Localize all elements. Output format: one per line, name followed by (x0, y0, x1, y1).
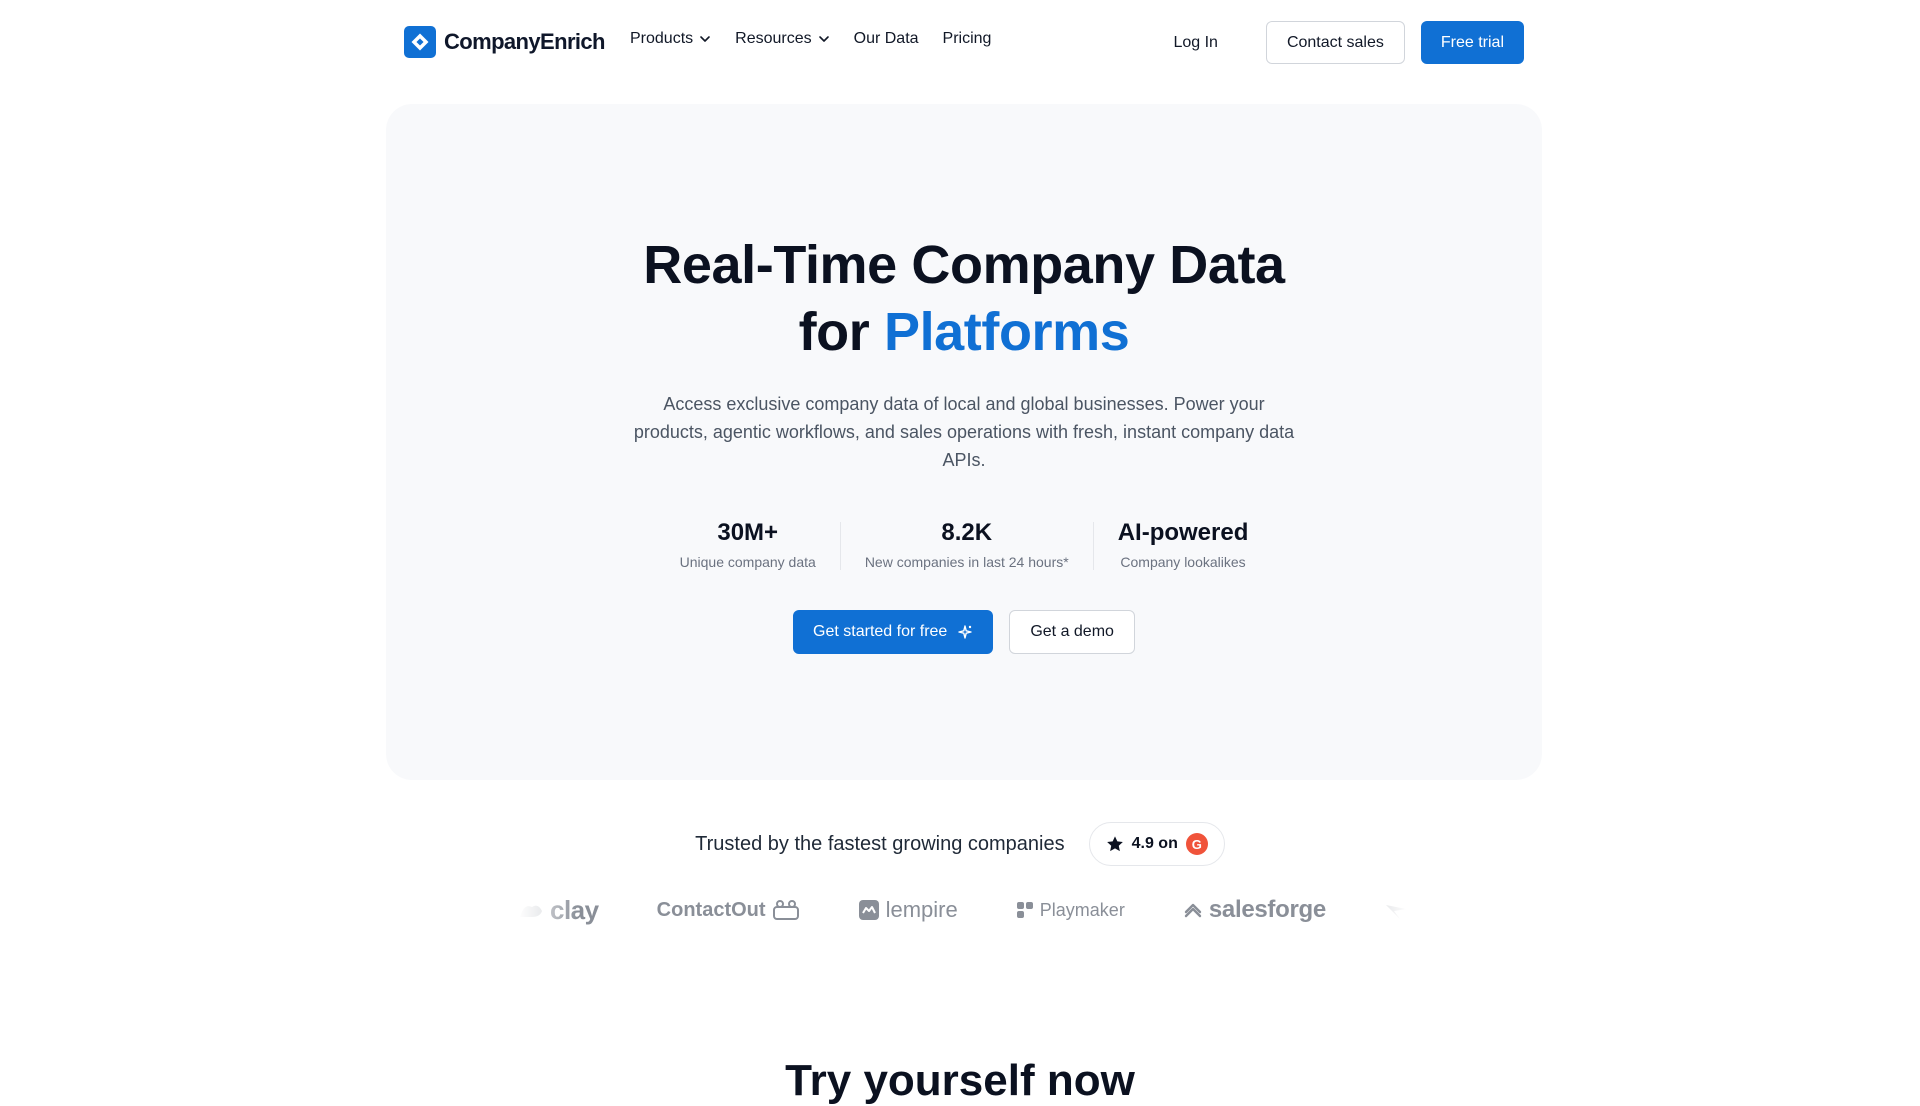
brand-logo[interactable]: CompanyEnrich (404, 26, 606, 58)
hero-subtitle: Access exclusive company data of local a… (633, 394, 1295, 470)
contactout-icon (772, 900, 799, 920)
hero-section: Real-Time Company Data for Platforms Acc… (386, 104, 1542, 780)
nav-our-data-label: Our Data (853, 30, 919, 47)
free-trial-button[interactable]: Free trial (1420, 21, 1524, 64)
g2-logo-icon: G (1185, 833, 1208, 855)
g2-rating-badge[interactable]: 4.9 on G (1088, 822, 1225, 866)
stat-label: Unique company data (679, 554, 816, 570)
chevron-down-icon (818, 36, 829, 42)
cta-row: Get started for free Get a demo (386, 610, 1542, 654)
stat-item: AI-powered Company lookalikes (1092, 519, 1273, 570)
logo-label: clay (550, 894, 599, 925)
stat-label: New companies in last 24 hours* (864, 554, 1069, 570)
logo-label: ContactOut (656, 898, 766, 921)
nav-links: Products Resources Our Data Pricing (630, 30, 991, 48)
contact-sales-button[interactable]: Contact sales (1265, 21, 1405, 64)
salesforge-icon (1184, 903, 1202, 918)
stat-value: AI-powered (1117, 519, 1249, 546)
stat-item: 30M+ Unique company data (656, 519, 840, 570)
get-started-button[interactable]: Get started for free (793, 610, 994, 654)
logo-contactout: ContactOut (657, 899, 800, 922)
stat-value: 8.2K (941, 519, 993, 546)
nav-products[interactable]: Products (630, 30, 711, 48)
hero-title-line1: Real-Time Company Data (643, 235, 1285, 295)
logo-label: Playmaker (1039, 899, 1125, 920)
nav-pricing[interactable]: Pricing (943, 30, 992, 48)
trust-row: Trusted by the fastest growing companies… (0, 822, 1920, 866)
nav-actions: Log In Contact sales Free trial (1153, 21, 1524, 64)
top-nav: CompanyEnrich Products Resources Our Dat… (0, 0, 1920, 84)
stat-label: Company lookalikes (1120, 554, 1246, 570)
logo-mark-icon (404, 26, 436, 58)
chevron-down-icon (700, 36, 710, 42)
login-link[interactable]: Log In (1153, 24, 1237, 62)
try-yourself-heading: Try yourself now (785, 1056, 1135, 1105)
logo-salesforge: salesforge (1183, 896, 1326, 924)
logo-playmaker: Playmaker (1016, 900, 1125, 921)
nav-resources[interactable]: Resources (735, 30, 829, 48)
hero-title-prefix: for (798, 302, 884, 362)
stats-row: 30M+ Unique company data 8.2K New compan… (386, 519, 1542, 570)
rating-text: 4.9 on (1131, 835, 1178, 852)
bird-icon (1385, 905, 1406, 919)
trust-text: Trusted by the fastest growing companies (695, 832, 1065, 855)
hero-title: Real-Time Company Data for Platforms (386, 232, 1542, 366)
get-demo-button[interactable]: Get a demo (1009, 610, 1135, 654)
sparkle-icon (958, 625, 973, 639)
lempire-icon (858, 900, 879, 920)
clay-icon (520, 905, 542, 917)
logo-label: salesforge (1208, 896, 1326, 923)
brand-name: CompanyEnrich (444, 29, 606, 54)
logo-label: lempire (885, 897, 958, 922)
nav-pricing-label: Pricing (942, 30, 992, 47)
nav-products-label: Products (630, 30, 694, 47)
get-started-label: Get started for free (813, 623, 948, 640)
logo-lempire: lempire (858, 897, 958, 923)
logo-partial (1384, 899, 1410, 921)
customer-logos: clay ContactOut lempire Playmaker salesf… (518, 890, 1410, 930)
stat-item: 8.2K New companies in last 24 hours* (839, 519, 1093, 570)
star-icon (1106, 836, 1123, 852)
nav-resources-label: Resources (735, 30, 812, 47)
logo-clay: clay (518, 895, 599, 926)
stat-value: 30M+ (717, 519, 779, 546)
hero-title-accent: Platforms (883, 302, 1130, 362)
playmaker-icon (1016, 902, 1033, 918)
nav-our-data[interactable]: Our Data (854, 30, 919, 48)
